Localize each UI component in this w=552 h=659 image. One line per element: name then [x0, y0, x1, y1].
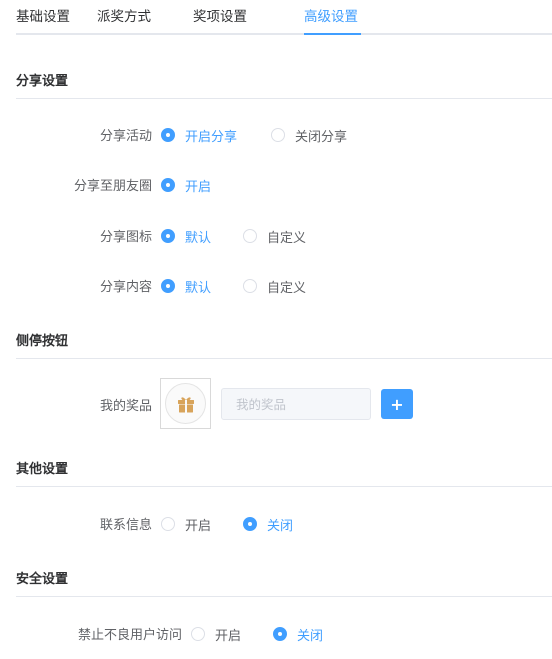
radio-dot: [273, 627, 287, 641]
radio-contact-off[interactable]: 关闭: [243, 514, 293, 534]
radio-label: 开启: [185, 179, 212, 195]
radio-label: 开启分享: [185, 129, 238, 145]
prize-icon-upload[interactable]: [160, 378, 211, 429]
tab-award-method[interactable]: 派奖方式: [97, 7, 151, 27]
add-button[interactable]: +: [381, 389, 413, 419]
other-settings-title: 其他设置: [16, 462, 69, 477]
share-icon-label: 分享图标: [99, 230, 152, 245]
share-settings-title: 分享设置: [16, 74, 69, 89]
radio-dot: [161, 279, 175, 293]
radio-label: 关闭: [297, 628, 324, 644]
radio-dot: [161, 517, 175, 531]
radio-dot: [191, 627, 205, 641]
section-divider: [16, 358, 552, 359]
radio-dot: [243, 517, 257, 531]
gift-icon: [177, 396, 194, 412]
block-bad-users-label: 禁止不良用户访问: [77, 628, 182, 643]
section-divider: [16, 486, 552, 487]
radio-label: 关闭分享: [295, 129, 348, 145]
share-moments-label: 分享至朋友圈: [73, 179, 152, 194]
radio-dot: [243, 279, 257, 293]
tab-prize-settings[interactable]: 奖项设置: [193, 7, 247, 27]
section-divider: [16, 98, 552, 99]
radio-contact-on[interactable]: 开启: [161, 514, 211, 534]
radio-share-on[interactable]: 开启分享: [161, 125, 237, 145]
radio-content-custom[interactable]: 自定义: [243, 276, 306, 296]
radio-dot: [161, 229, 175, 243]
radio-dot: [271, 128, 285, 142]
active-tab-indicator: [304, 33, 361, 35]
section-divider: [16, 596, 552, 597]
radio-label: 默认: [185, 230, 212, 246]
radio-dot: [161, 128, 175, 142]
prize-icon-preview: [165, 383, 206, 424]
radio-share-off[interactable]: 关闭分享: [271, 125, 347, 145]
radio-block-off[interactable]: 关闭: [273, 624, 323, 644]
radio-content-default[interactable]: 默认: [161, 276, 211, 296]
tab-basic-settings[interactable]: 基础设置: [16, 7, 70, 27]
share-activity-label: 分享活动: [99, 129, 152, 144]
radio-label: 开启: [185, 518, 212, 534]
radio-label: 自定义: [267, 230, 307, 246]
my-prize-label: 我的奖品: [99, 399, 152, 414]
tab-advanced-settings[interactable]: 高级设置: [304, 7, 358, 27]
radio-dot: [161, 178, 175, 192]
radio-icon-default[interactable]: 默认: [161, 226, 211, 246]
share-content-label: 分享内容: [99, 280, 152, 295]
contact-info-label: 联系信息: [99, 518, 152, 533]
radio-label: 默认: [185, 280, 212, 296]
radio-dot: [243, 229, 257, 243]
settings-tabs: 基础设置 派奖方式 奖项设置 高级设置: [0, 0, 552, 36]
tabs-baseline: [16, 33, 552, 35]
radio-block-on[interactable]: 开启: [191, 624, 241, 644]
radio-icon-custom[interactable]: 自定义: [243, 226, 306, 246]
radio-moments-on[interactable]: 开启: [161, 175, 211, 195]
side-button-title: 侧停按钮: [16, 334, 69, 349]
security-settings-title: 安全设置: [16, 572, 69, 587]
my-prize-text-input[interactable]: [221, 388, 371, 420]
radio-label: 开启: [215, 628, 242, 644]
radio-label: 关闭: [267, 518, 294, 534]
radio-label: 自定义: [267, 280, 307, 296]
